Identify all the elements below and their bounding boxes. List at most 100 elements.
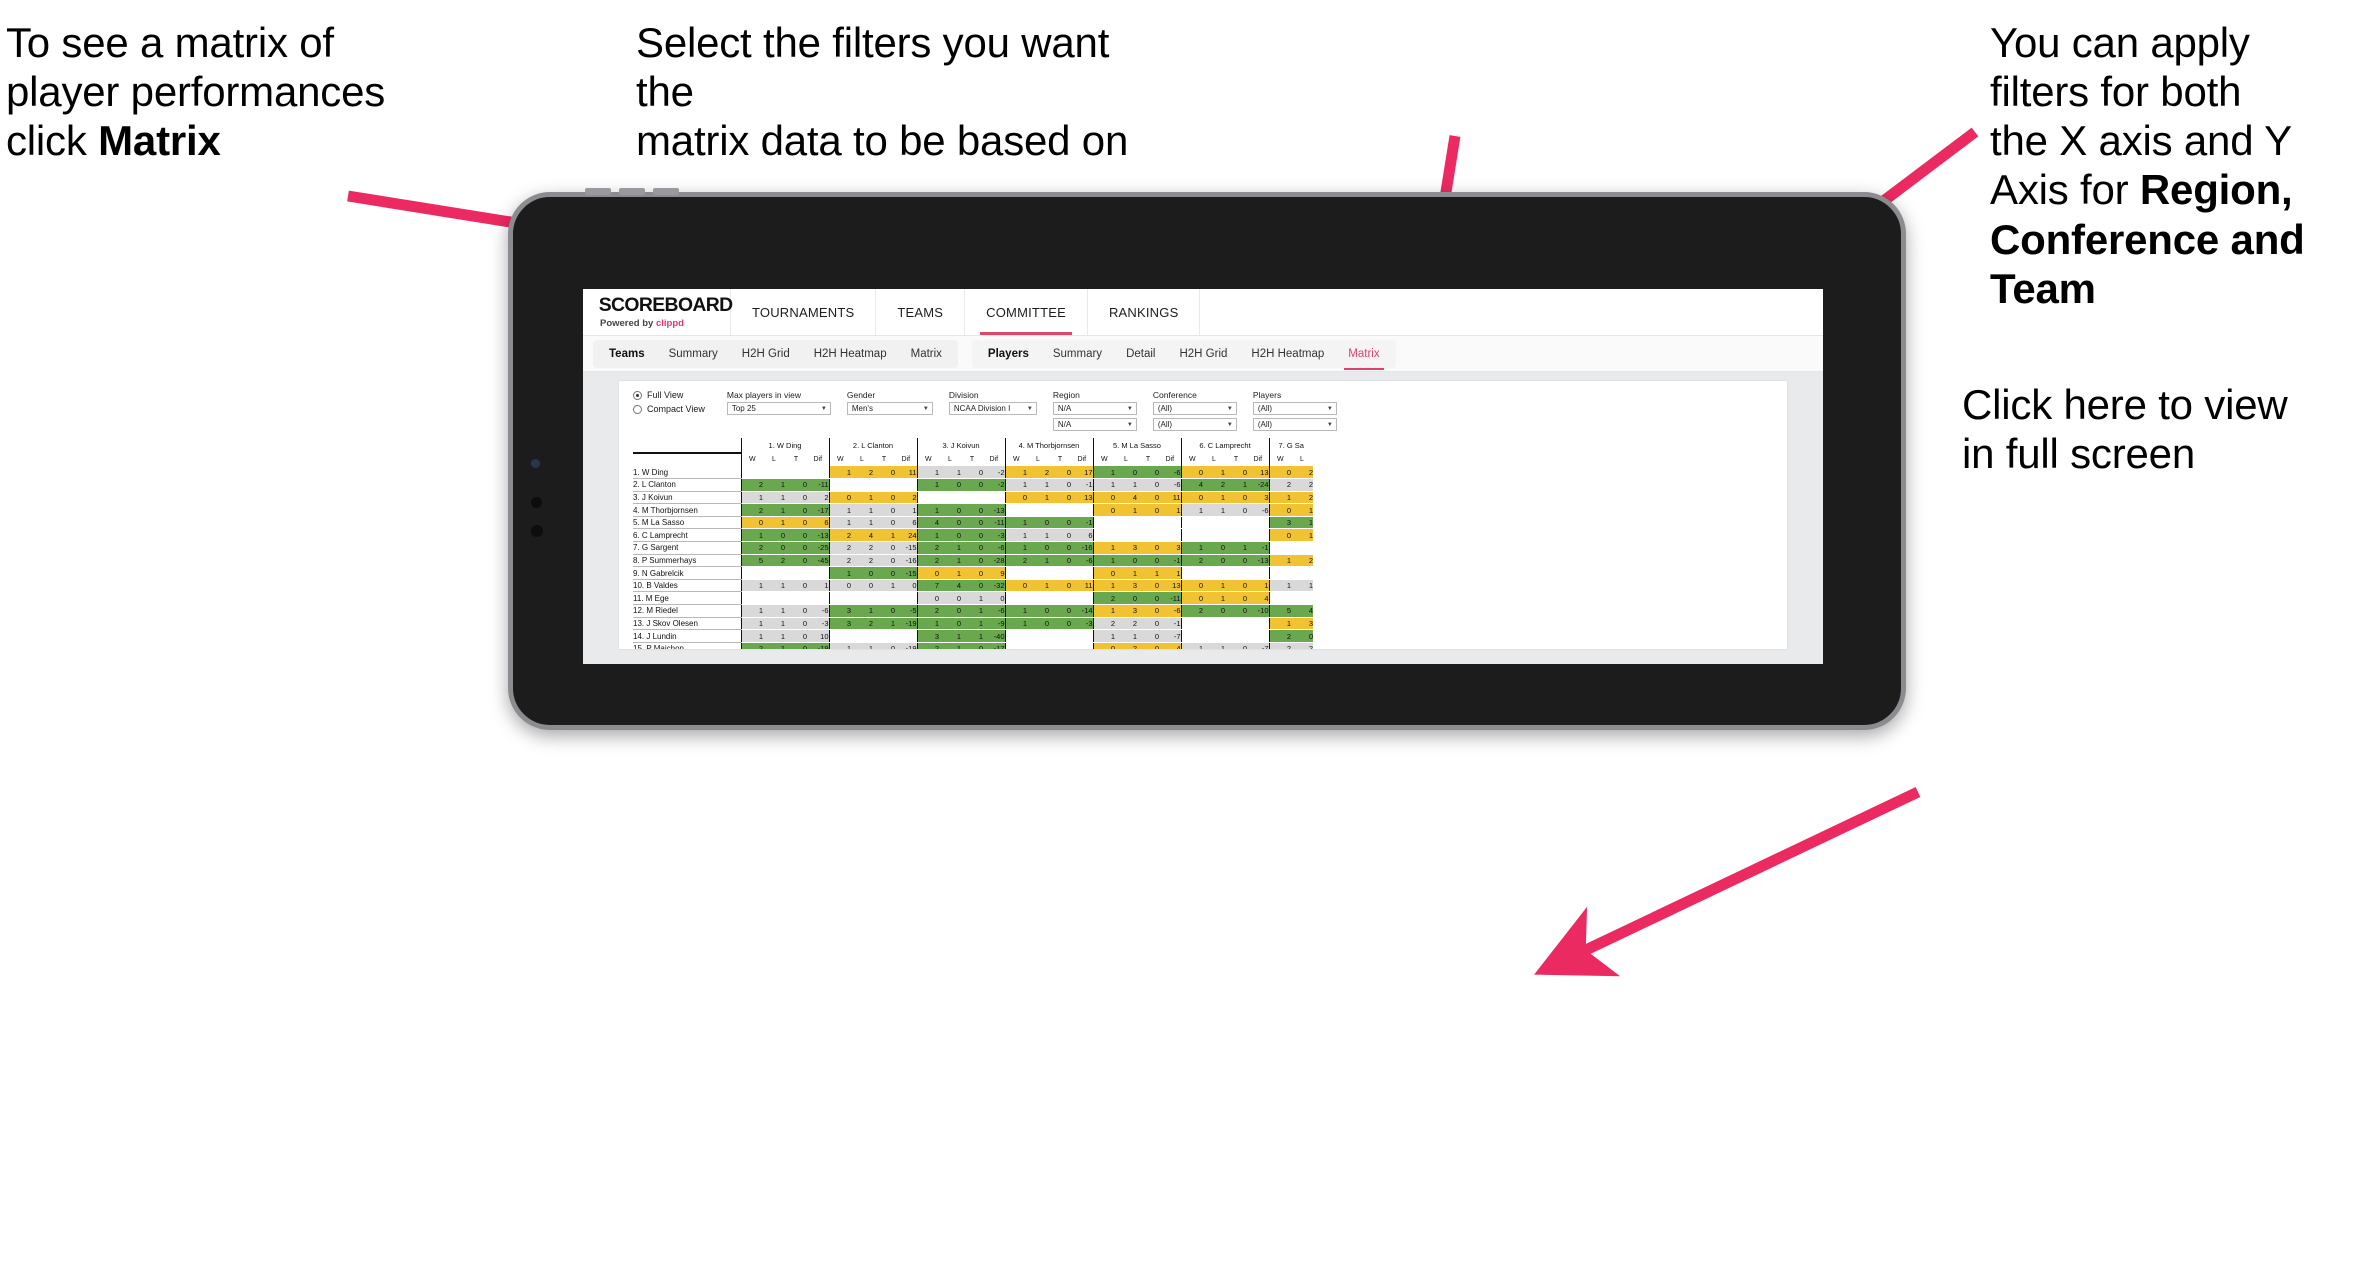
matrix-cell[interactable]: 0 [1027,516,1049,530]
matrix-cell[interactable]: 2 [828,554,851,568]
matrix-cell[interactable]: -1 [1071,478,1093,492]
matrix-cell[interactable]: 1 [961,604,983,618]
matrix-cell[interactable]: 0 [1137,629,1159,643]
matrix-cell[interactable]: -17 [983,642,1005,649]
matrix-cell[interactable]: 0 [785,642,807,649]
matrix-cell[interactable]: 0 [828,491,851,505]
matrix-cell[interactable] [1071,642,1093,649]
matrix-cell[interactable]: 1 [1004,617,1027,631]
matrix-cell[interactable]: 0 [785,541,807,555]
matrix-cell[interactable]: 0 [983,591,1005,606]
matrix-cell[interactable] [1049,642,1071,649]
matrix-cell[interactable] [1180,528,1203,543]
matrix-cell[interactable]: -17 [807,503,829,517]
matrix-cell[interactable]: 0 [1115,591,1137,606]
matrix-cell[interactable]: 3 [1115,541,1137,555]
matrix-cell[interactable]: 1 [1004,516,1027,530]
matrix-cell[interactable] [1049,566,1071,580]
matrix-cell[interactable]: -6 [983,541,1005,555]
matrix-cell[interactable]: 0 [961,503,983,517]
matrix-cell[interactable]: 1 [1027,478,1049,492]
matrix-cell[interactable]: 0 [1180,466,1203,480]
matrix-cell[interactable]: 0 [1268,528,1291,543]
matrix-cell[interactable]: 4 [851,528,873,543]
matrix-cell[interactable]: 1 [1291,579,1313,593]
matrix-cell[interactable]: 0 [1137,604,1159,618]
matrix-cell[interactable]: 2 [1268,478,1291,492]
matrix-cell[interactable]: 0 [785,554,807,568]
matrix-cell[interactable]: 0 [961,528,983,543]
matrix-cell[interactable]: 1 [763,617,785,631]
matrix-cell[interactable] [895,478,917,492]
matrix-cell[interactable]: -11 [807,478,829,492]
matrix-cell[interactable]: 0 [873,491,895,505]
matrix-cell[interactable]: 0 [961,541,983,555]
filter-division-select[interactable]: NCAA Division I ▼ [948,402,1037,415]
matrix-cell[interactable]: 1 [939,541,961,555]
tab-teams-h2h-heatmap[interactable]: H2H Heatmap [802,340,899,368]
matrix-cell[interactable]: 1 [939,566,961,580]
matrix-cell[interactable] [1049,503,1071,517]
matrix-cell[interactable]: 4 [1180,478,1203,492]
matrix-cell[interactable]: 0 [785,528,807,543]
matrix-cell[interactable]: 0 [939,604,961,618]
matrix-cell[interactable]: 2 [916,541,939,555]
matrix-cell[interactable] [740,591,763,606]
matrix-cell[interactable]: 1 [1291,528,1313,543]
filter-conference-select-x[interactable]: (All) ▼ [1152,402,1237,415]
nav-tab-committee[interactable]: COMMITTEE [965,289,1088,335]
matrix-cell[interactable] [1247,528,1269,543]
matrix-cell[interactable]: 1 [1092,466,1115,480]
matrix-cell[interactable]: 1 [763,478,785,492]
matrix-cell[interactable]: 0 [763,541,785,555]
matrix-cell[interactable]: -1 [1071,516,1093,530]
matrix-cell[interactable]: 1 [1268,579,1291,593]
nav-tab-teams[interactable]: TEAMS [876,289,966,335]
matrix-cell[interactable]: -2 [983,466,1005,480]
matrix-cell[interactable]: 1 [763,503,785,517]
matrix-cell[interactable]: 1 [1225,541,1247,555]
matrix-cell[interactable]: 2 [740,642,763,649]
matrix-cell[interactable]: 0 [873,642,895,649]
matrix-cell[interactable] [1225,516,1247,530]
matrix-cell[interactable]: 1 [1004,528,1027,543]
matrix-cell[interactable] [1247,617,1269,631]
nav-tab-tournaments[interactable]: TOURNAMENTS [731,289,877,335]
tab-players-h2h-heatmap[interactable]: H2H Heatmap [1239,340,1336,368]
matrix-cell[interactable]: -13 [1247,554,1269,568]
matrix-cell[interactable]: 0 [961,516,983,530]
filter-players-select-x[interactable]: (All) ▼ [1252,402,1337,415]
matrix-cell[interactable] [1115,528,1137,543]
matrix-cell[interactable]: 3 [1115,604,1137,618]
matrix-row-label[interactable]: 10. B Valdes [633,579,741,593]
matrix-cell[interactable]: 1 [1137,566,1159,580]
matrix-cell[interactable] [1004,591,1027,606]
matrix-cell[interactable]: 4 [1159,642,1181,649]
matrix-cell[interactable] [785,466,807,480]
matrix-cell[interactable] [1071,503,1093,517]
matrix-cell[interactable]: 1 [1092,604,1115,618]
matrix-cell[interactable]: 0 [1203,541,1225,555]
matrix-cell[interactable]: 0 [740,516,763,530]
matrix-cell[interactable]: 1 [939,642,961,649]
matrix-cell[interactable]: 0 [1092,642,1115,649]
matrix-cell[interactable]: 2 [1291,466,1313,480]
matrix-cell[interactable]: 2 [740,541,763,555]
matrix-cell[interactable]: 0 [1049,617,1071,631]
matrix-cell[interactable]: 2 [916,642,939,649]
tab-players-summary[interactable]: Summary [1041,340,1114,368]
matrix-cell[interactable]: -15 [895,566,917,580]
matrix-cell[interactable]: 3 [1159,541,1181,555]
matrix-cell[interactable]: 1 [939,629,961,643]
matrix-cell[interactable]: 4 [939,579,961,593]
matrix-cell[interactable]: 0 [1180,591,1203,606]
matrix-cell[interactable] [1137,516,1159,530]
matrix-cell[interactable]: 4 [916,516,939,530]
matrix-cell[interactable]: 0 [895,579,917,593]
matrix-cell[interactable] [1225,629,1247,643]
matrix-cell[interactable] [1071,629,1093,643]
matrix-cell[interactable]: 0 [1049,491,1071,505]
matrix-cell[interactable]: 2 [828,528,851,543]
matrix-row-label[interactable]: 14. J Lundin [633,629,741,643]
matrix-cell[interactable]: 1 [1004,604,1027,618]
